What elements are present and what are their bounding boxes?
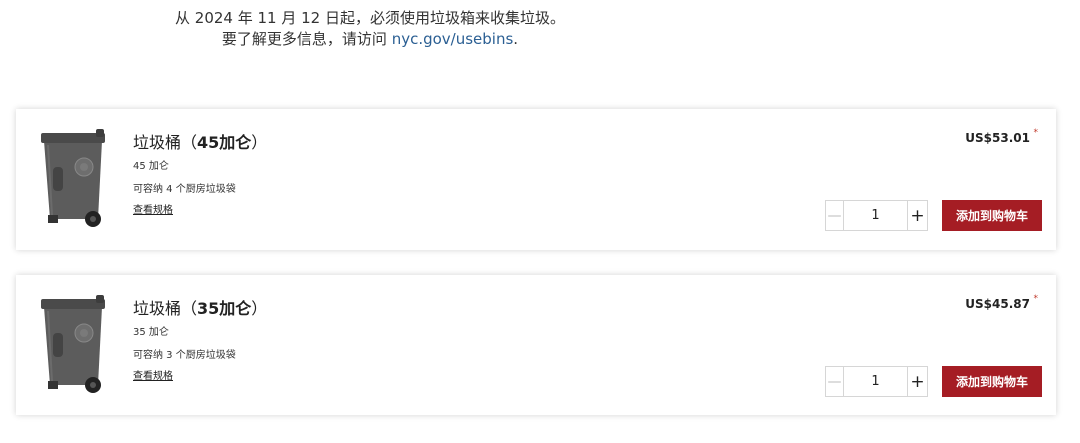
notice-line-2: 要了解更多信息，请访问 nyc.gov/usebins. (0, 29, 740, 50)
price-value: US$45.87 (965, 297, 1030, 311)
quantity-input[interactable]: 1 (844, 201, 907, 230)
product-capacity: 35 加仑 (133, 327, 169, 338)
view-specs-link[interactable]: 查看规格 (133, 201, 173, 216)
price-footnote-mark: * (1033, 128, 1039, 138)
notice-line-2-end: . (513, 30, 519, 48)
product-title-prefix: 垃圾桶（ (133, 299, 198, 318)
product-title: 垃圾桶（35加仑） (133, 295, 267, 319)
increase-quantity-button[interactable]: + (907, 367, 927, 396)
product-card: 垃圾桶（45加仑） 45 加仑 可容纳 4 个厨房垃圾袋 查看规格 US$53.… (16, 109, 1056, 250)
quantity-stepper: — 1 + (825, 200, 928, 231)
usebins-link[interactable]: nyc.gov/usebins (392, 30, 514, 48)
price-footnote-mark: * (1033, 294, 1039, 304)
product-title-suffix: ） (251, 133, 268, 152)
add-to-cart-button[interactable]: 添加到购物车 (942, 200, 1042, 231)
product-capacity: 45 加仑 (133, 161, 169, 172)
trash-bin-image (41, 129, 105, 227)
product-title-size: 35加仑 (197, 299, 252, 318)
product-bag-capacity: 可容纳 4 个厨房垃圾袋 (133, 184, 236, 195)
view-specs-link[interactable]: 查看规格 (133, 367, 173, 382)
product-price: US$45.87 * (965, 294, 1038, 311)
decrease-quantity-button[interactable]: — (826, 367, 844, 396)
product-title-suffix: ） (251, 299, 268, 318)
quantity-input[interactable]: 1 (844, 367, 907, 396)
collection-notice: 从 2024 年 11 月 12 日起，必须使用垃圾箱来收集垃圾。 要了解更多信… (0, 8, 740, 50)
notice-line-1: 从 2024 年 11 月 12 日起，必须使用垃圾箱来收集垃圾。 (175, 9, 565, 27)
price-value: US$53.01 (965, 131, 1030, 145)
product-title-size: 45加仑 (197, 133, 252, 152)
product-price: US$53.01 * (965, 128, 1038, 145)
product-title: 垃圾桶（45加仑） (133, 129, 267, 153)
product-title-prefix: 垃圾桶（ (133, 133, 198, 152)
product-bag-capacity: 可容纳 3 个厨房垃圾袋 (133, 350, 236, 361)
decrease-quantity-button[interactable]: — (826, 201, 844, 230)
add-to-cart-button[interactable]: 添加到购物车 (942, 366, 1042, 397)
product-card: 垃圾桶（35加仑） 35 加仑 可容纳 3 个厨房垃圾袋 查看规格 US$45.… (16, 275, 1056, 415)
quantity-stepper: — 1 + (825, 366, 928, 397)
notice-line-2-text: 要了解更多信息，请访问 (221, 30, 392, 48)
increase-quantity-button[interactable]: + (907, 201, 927, 230)
trash-bin-image (41, 295, 105, 393)
